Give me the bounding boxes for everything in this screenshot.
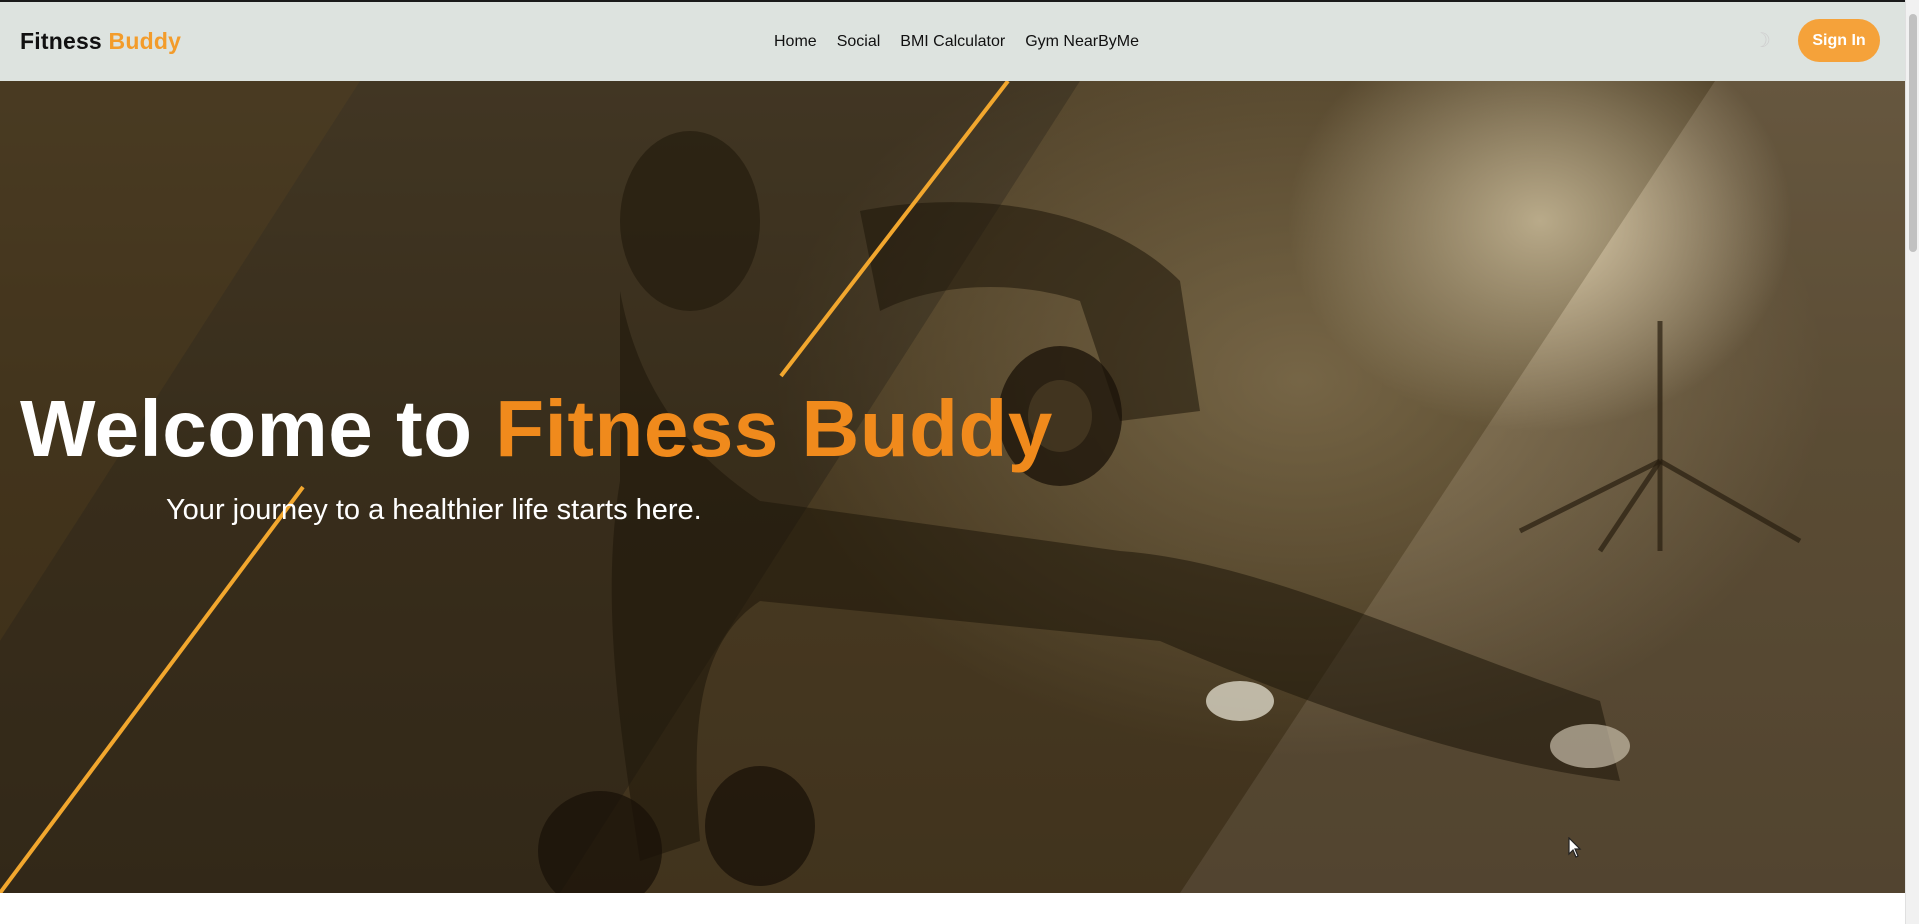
page: Fitness Buddy Home Social BMI Calculator… [0,0,1905,924]
moon-icon[interactable]: ☽ [1753,28,1771,53]
brand-name-accent: Buddy [108,28,182,54]
nav-link-bmi-calculator[interactable]: BMI Calculator [900,33,1005,51]
brand-logo[interactable]: Fitness Buddy [20,28,181,55]
scrollbar-thumb[interactable] [1909,14,1917,252]
vertical-scrollbar[interactable] [1905,0,1919,924]
hero-background-image [0,81,1905,893]
hero-subtitle: Your journey to a healthier life starts … [166,494,702,526]
main-nav: Home Social BMI Calculator Gym NearByMe [774,33,1139,51]
brand-name-primary: Fitness [20,28,102,54]
nav-link-gym-nearbyme[interactable]: Gym NearByMe [1025,33,1139,51]
mouse-cursor-icon [1568,837,1582,858]
hero-title: Welcome to Fitness Buddy [20,383,1053,475]
hero-title-accent: Fitness Buddy [495,384,1053,473]
hero-section: Welcome to Fitness Buddy Your journey to… [0,81,1905,893]
sign-in-button[interactable]: Sign In [1798,19,1880,62]
nav-link-social[interactable]: Social [837,33,881,51]
navbar: Fitness Buddy Home Social BMI Calculator… [0,0,1905,81]
hero-title-prefix: Welcome to [20,384,473,473]
nav-link-home[interactable]: Home [774,33,817,51]
